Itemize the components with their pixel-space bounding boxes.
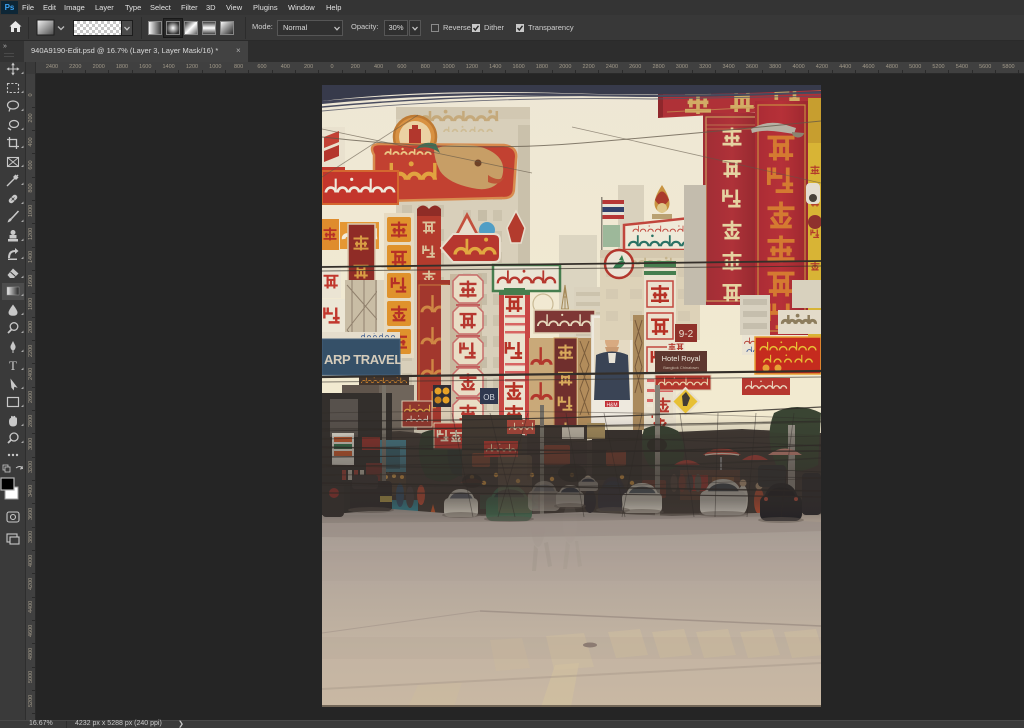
svg-text:T: T xyxy=(9,358,17,373)
